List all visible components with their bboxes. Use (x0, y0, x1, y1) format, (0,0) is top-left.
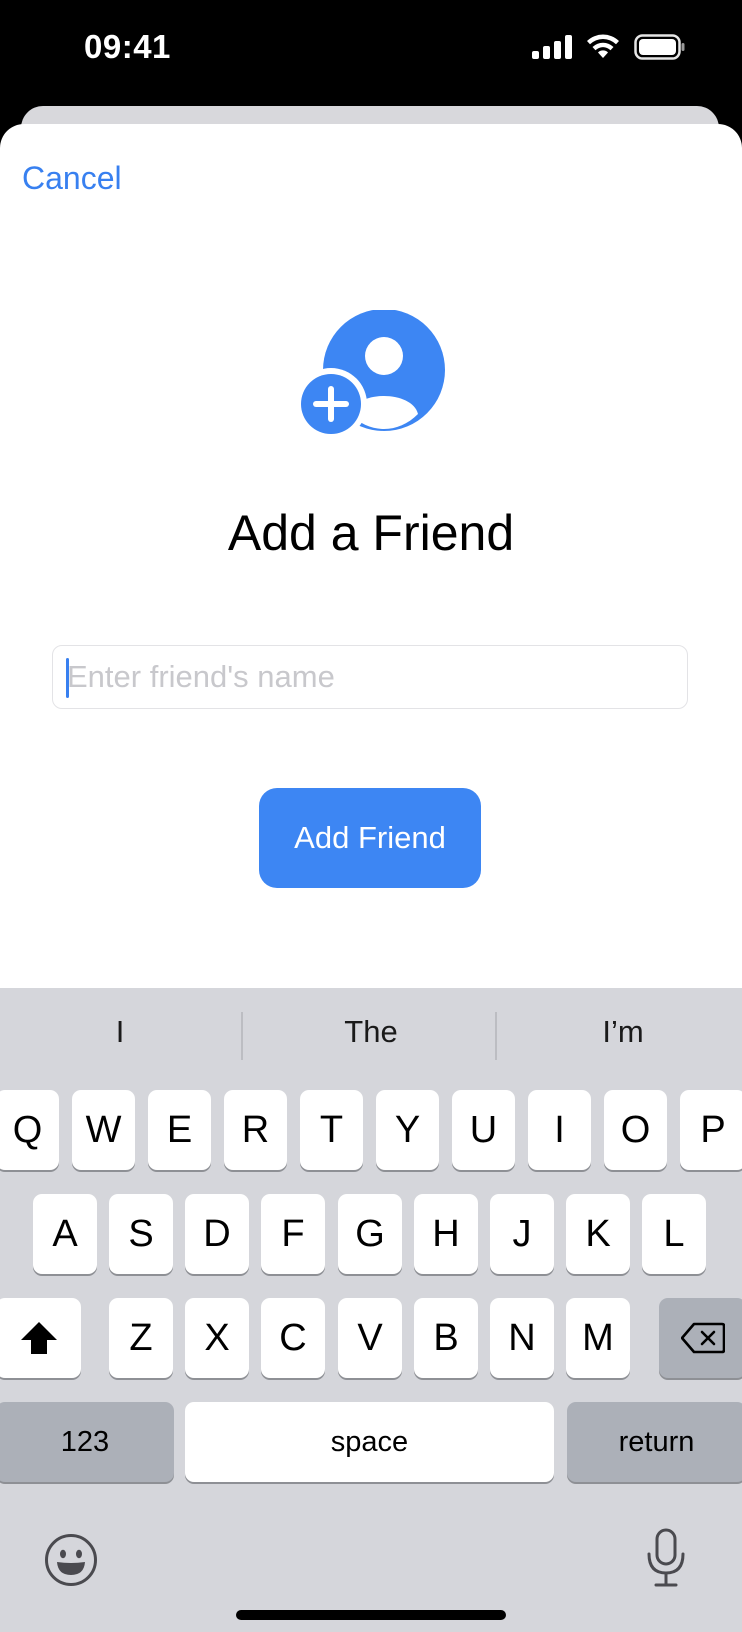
backspace-icon (680, 1322, 725, 1354)
suggestion-divider (241, 1012, 243, 1060)
key-u[interactable]: U (452, 1090, 515, 1170)
key-z[interactable]: Z (109, 1298, 173, 1378)
battery-icon (634, 34, 686, 60)
key-s[interactable]: S (109, 1194, 173, 1274)
key-c[interactable]: C (261, 1298, 325, 1378)
key-o[interactable]: O (604, 1090, 667, 1170)
numbers-key[interactable]: 123 (0, 1402, 174, 1482)
key-f[interactable]: F (261, 1194, 325, 1274)
key-p[interactable]: P (680, 1090, 742, 1170)
suggestion-3[interactable]: I’m (503, 1014, 742, 1050)
key-h[interactable]: H (414, 1194, 478, 1274)
keyboard: I The I’m Q W E R T Y U I O P A S D F G … (0, 988, 742, 1632)
status-icons (532, 34, 686, 60)
cellular-signal-icon (532, 35, 572, 59)
key-b[interactable]: B (414, 1298, 478, 1378)
add-friend-button[interactable]: Add Friend (259, 788, 481, 888)
status-time: 09:41 (84, 28, 171, 65)
friend-name-field[interactable] (52, 645, 688, 709)
text-cursor (66, 658, 69, 698)
add-person-icon (295, 309, 450, 440)
cancel-button[interactable]: Cancel (22, 160, 122, 197)
wifi-icon (586, 34, 620, 60)
friend-name-input[interactable] (67, 646, 667, 708)
key-w[interactable]: W (72, 1090, 135, 1170)
key-y[interactable]: Y (376, 1090, 439, 1170)
key-g[interactable]: G (338, 1194, 402, 1274)
key-l[interactable]: L (642, 1194, 706, 1274)
suggestion-divider (495, 1012, 497, 1060)
home-indicator (236, 1610, 506, 1620)
key-r[interactable]: R (224, 1090, 287, 1170)
key-q[interactable]: Q (0, 1090, 59, 1170)
key-x[interactable]: X (185, 1298, 249, 1378)
page-title: Add a Friend (227, 505, 515, 561)
shift-icon (20, 1322, 57, 1354)
microphone-icon[interactable] (646, 1528, 686, 1588)
key-d[interactable]: D (185, 1194, 249, 1274)
key-k[interactable]: K (566, 1194, 630, 1274)
key-j[interactable]: J (490, 1194, 554, 1274)
suggestion-1[interactable]: I (0, 1014, 240, 1050)
backspace-key[interactable] (659, 1298, 742, 1378)
space-key[interactable]: space (185, 1402, 554, 1482)
suggestion-bar: I The I’m (0, 988, 742, 1088)
suggestion-2[interactable]: The (251, 1014, 491, 1050)
key-m[interactable]: M (566, 1298, 630, 1378)
key-i[interactable]: I (528, 1090, 591, 1170)
return-key[interactable]: return (567, 1402, 742, 1482)
key-t[interactable]: T (300, 1090, 363, 1170)
status-bar: 09:41 (0, 0, 742, 100)
key-v[interactable]: V (338, 1298, 402, 1378)
key-a[interactable]: A (33, 1194, 97, 1274)
key-e[interactable]: E (148, 1090, 211, 1170)
key-n[interactable]: N (490, 1298, 554, 1378)
emoji-icon[interactable] (44, 1533, 98, 1587)
shift-key[interactable] (0, 1298, 81, 1378)
